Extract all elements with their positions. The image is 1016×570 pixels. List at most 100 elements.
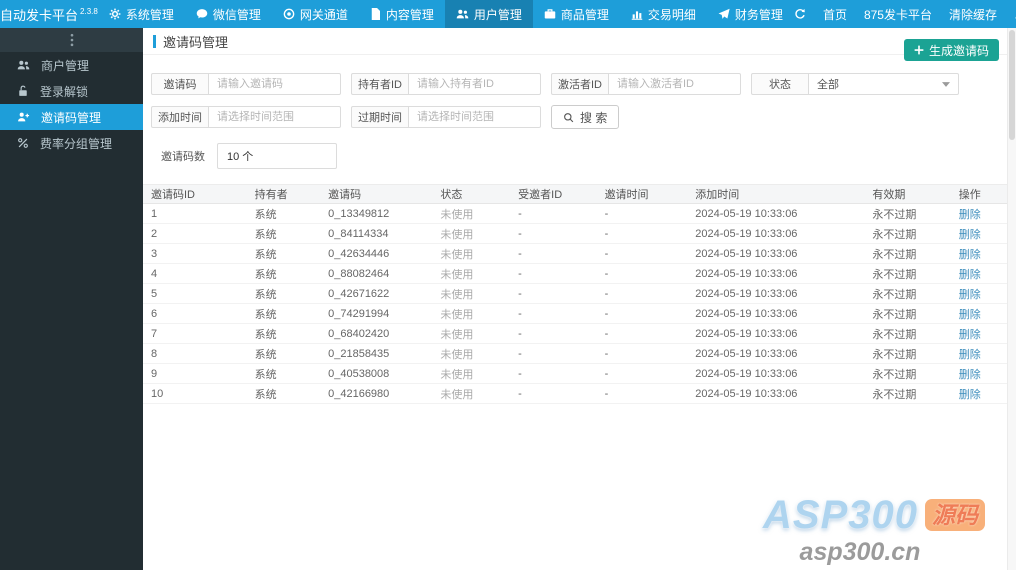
activator-id-input[interactable] — [609, 73, 741, 95]
cell-holder: 系统 — [246, 243, 321, 264]
cell-validity: 永不过期 — [864, 303, 951, 324]
topnav-item[interactable]: 内容管理 — [359, 0, 445, 28]
cell-holder: 系统 — [246, 263, 321, 284]
cell-validity: 永不过期 — [864, 363, 951, 384]
topbar: 自动发卡平台 2.3.8 系统管理 微信管理 网关通道 内容管理 用户管理 商品管… — [0, 0, 1016, 28]
delete-link[interactable]: 删除 — [959, 229, 981, 241]
home-link[interactable]: 首页 — [823, 6, 847, 23]
topnav-item[interactable]: 网关通道 — [272, 0, 359, 28]
delete-link[interactable]: 删除 — [959, 209, 981, 221]
cell-invitee-id: - — [510, 343, 597, 364]
delete-link[interactable]: 删除 — [959, 329, 981, 341]
cell-invite-time: - — [596, 203, 688, 224]
topnav-item[interactable]: 交易明细 — [620, 0, 707, 28]
topnav-item[interactable]: 商品管理 — [533, 0, 620, 28]
cell-added-time: 2024-05-19 10:33:06 — [687, 283, 865, 304]
filter-label: 激活者ID — [551, 73, 609, 95]
cell-validity: 永不过期 — [864, 323, 951, 344]
holder-id-input[interactable] — [409, 73, 541, 95]
cell-validity: 永不过期 — [864, 263, 951, 284]
cell-invite-id: 1 — [143, 203, 247, 224]
cell-added-time: 2024-05-19 10:33:06 — [687, 263, 865, 284]
add-time-input[interactable] — [209, 106, 341, 128]
watermark-brand: ASP300 — [763, 493, 918, 537]
cell-action: 删除 — [950, 243, 1007, 264]
sidebar-toggle[interactable] — [0, 28, 143, 52]
cell-holder: 系统 — [246, 303, 321, 324]
cell-validity: 永不过期 — [864, 283, 951, 304]
cell-invite-time: - — [596, 343, 688, 364]
sidebar-item[interactable]: 商户管理 — [0, 52, 143, 78]
column-header: 持有者 — [246, 184, 321, 204]
watermark: ASP300 源码 asp300.cn — [763, 495, 985, 565]
invite-count-input[interactable] — [217, 143, 337, 169]
sidebar-item[interactable]: 邀请码管理 — [0, 104, 143, 130]
clear-cache-link[interactable]: 清除缓存 — [949, 6, 997, 23]
cell-invite-time: - — [596, 243, 688, 264]
cell-holder: 系统 — [246, 343, 321, 364]
column-header: 邀请码 — [320, 184, 433, 204]
paper-plane-icon — [718, 8, 730, 20]
cell-action: 删除 — [950, 263, 1007, 284]
cell-action: 删除 — [950, 303, 1007, 324]
refresh-icon[interactable] — [794, 8, 806, 20]
sidebar: 商户管理 登录解锁 邀请码管理 费率分组管理 — [0, 28, 143, 570]
cell-validity: 永不过期 — [864, 343, 951, 364]
delete-link[interactable]: 删除 — [959, 309, 981, 321]
filter-invite-code: 邀请码 — [151, 73, 341, 95]
topnav-item[interactable]: 微信管理 — [185, 0, 272, 28]
user-plus-icon — [17, 111, 30, 123]
gateway-icon — [283, 8, 295, 20]
caret-down-icon — [942, 81, 950, 87]
cell-code: 0_74291994 — [320, 303, 433, 324]
vertical-scrollbar[interactable] — [1007, 28, 1016, 570]
cell-invite-time: - — [596, 263, 688, 284]
generate-invite-code-button[interactable]: 生成邀请码 — [903, 39, 999, 61]
topnav-item[interactable]: 财务管理 — [707, 0, 794, 28]
column-header: 受邀者ID — [510, 184, 597, 204]
topnav-item[interactable]: 系统管理 — [98, 0, 185, 28]
cell-added-time: 2024-05-19 10:33:06 — [687, 323, 865, 344]
cell-action: 删除 — [950, 363, 1007, 384]
cell-invitee-id: - — [510, 383, 597, 404]
column-header: 添加时间 — [687, 184, 865, 204]
column-header: 操作 — [950, 184, 1007, 204]
expire-time-input[interactable] — [409, 106, 541, 128]
topnav-item[interactable]: 用户管理 — [444, 0, 533, 28]
filter-label: 邀请码 — [151, 73, 209, 95]
cell-added-time: 2024-05-19 10:33:06 — [687, 343, 865, 364]
delete-link[interactable]: 删除 — [959, 249, 981, 261]
cell-status: 未使用 — [432, 383, 511, 404]
search-button[interactable]: 搜 索 — [551, 105, 620, 129]
delete-link[interactable]: 删除 — [959, 289, 981, 301]
cell-invitee-id: - — [510, 203, 597, 224]
cell-invite-id: 6 — [143, 303, 247, 324]
status-select[interactable]: 全部 — [809, 73, 959, 95]
scrollbar-thumb[interactable] — [1009, 30, 1015, 140]
cell-invite-id: 7 — [143, 323, 247, 344]
cell-code: 0_68402420 — [320, 323, 433, 344]
delete-link[interactable]: 删除 — [959, 369, 981, 381]
cell-code: 0_88082464 — [320, 263, 433, 284]
cell-invitee-id: - — [510, 303, 597, 324]
brand-logo[interactable]: 自动发卡平台 2.3.8 — [0, 0, 98, 28]
topbar-right: 首页 875发卡平台 清除缓存 admin — [794, 0, 1016, 28]
cell-status: 未使用 — [432, 323, 511, 344]
table-body: 1 系统 0_13349812 未使用 - - 2024-05-19 10:33… — [143, 203, 1007, 404]
sidebar-item[interactable]: 登录解锁 — [0, 78, 143, 104]
filter-row-2: 添加时间 过期时间 搜 索 — [151, 105, 999, 129]
delete-link[interactable]: 删除 — [959, 269, 981, 281]
delete-link[interactable]: 删除 — [959, 389, 981, 401]
table-row: 3 系统 0_42634446 未使用 - - 2024-05-19 10:33… — [143, 243, 1007, 264]
brand-text: 自动发卡平台 — [0, 7, 79, 23]
delete-link[interactable]: 删除 — [959, 349, 981, 361]
cell-status: 未使用 — [432, 223, 511, 244]
invite-code-input[interactable] — [209, 73, 341, 95]
cell-validity: 永不过期 — [864, 223, 951, 244]
sidebar-item[interactable]: 费率分组管理 — [0, 130, 143, 156]
cell-action: 删除 — [950, 343, 1007, 364]
platform-link[interactable]: 875发卡平台 — [864, 6, 932, 23]
invite-count-row: 邀请码数 — [161, 143, 999, 169]
table-row: 8 系统 0_21858435 未使用 - - 2024-05-19 10:33… — [143, 343, 1007, 364]
bar-chart-icon — [631, 8, 643, 20]
